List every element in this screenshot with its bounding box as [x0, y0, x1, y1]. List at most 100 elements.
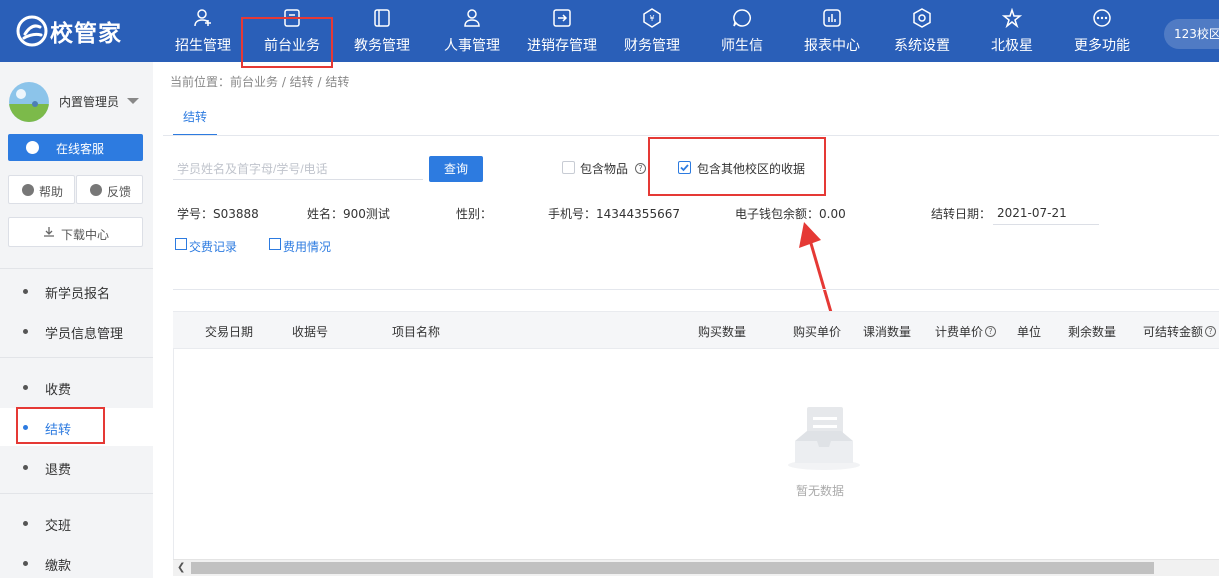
- sidebar-item-payment[interactable]: 缴款: [0, 544, 153, 578]
- user-name: 内置管理员: [59, 95, 120, 109]
- column-header[interactable]: 剩余数量: [1068, 323, 1116, 340]
- sidebar-item-label: 退费: [45, 463, 72, 478]
- sidebar-divider: [0, 493, 153, 494]
- bullet-icon: [23, 465, 28, 470]
- finance-icon: ¥: [642, 8, 662, 28]
- highlight-box-nav: [241, 17, 333, 68]
- table-body: [173, 349, 1219, 559]
- column-header[interactable]: 项目名称: [392, 323, 440, 340]
- bullet-icon: [23, 385, 28, 390]
- nav-item-reports[interactable]: 报表中心: [788, 0, 876, 62]
- download-icon: [44, 227, 54, 237]
- transfer-date-field[interactable]: 2021-07-21: [993, 203, 1099, 225]
- sidebar-item-new-enrollment[interactable]: 新学员报名: [0, 272, 153, 310]
- document-icon: [269, 238, 281, 250]
- nav-label: 系统设置: [894, 38, 950, 54]
- student-id: 学号：S03888: [177, 207, 259, 221]
- include-items-checkbox[interactable]: [562, 161, 575, 174]
- column-header[interactable]: 单位: [1017, 323, 1041, 340]
- nav-item-academic[interactable]: 教务管理: [338, 0, 426, 62]
- help-button[interactable]: 帮助: [8, 175, 75, 204]
- nav-label: 教务管理: [354, 38, 410, 54]
- report-icon: [822, 8, 842, 28]
- sidebar-item-student-info[interactable]: 学员信息管理: [0, 312, 153, 350]
- payment-records-label: 交费记录: [189, 240, 238, 254]
- feedback-button[interactable]: 反馈: [76, 175, 143, 204]
- sidebar-item-label: 学员信息管理: [45, 327, 124, 342]
- nav-item-inventory[interactable]: 进销存管理: [518, 0, 606, 62]
- sidebar-divider: [0, 268, 153, 269]
- horizontal-scrollbar[interactable]: ❮: [173, 559, 1219, 576]
- breadcrumb: 当前位置：前台业务 / 结转 / 结转: [170, 75, 350, 89]
- empty-box-icon: [787, 405, 861, 471]
- question-icon: [22, 184, 34, 196]
- more-icon: [1092, 8, 1112, 28]
- column-header[interactable]: 收据号: [292, 323, 328, 340]
- nav-item-recruitment[interactable]: 招生管理: [159, 0, 247, 62]
- nav-item-hr[interactable]: 人事管理: [428, 0, 516, 62]
- nav-item-more[interactable]: 更多功能: [1058, 0, 1146, 62]
- bullet-icon: [23, 289, 28, 294]
- chevron-left-icon[interactable]: ❮: [177, 562, 185, 573]
- nav-item-finance[interactable]: ¥ 财务管理: [608, 0, 696, 62]
- tab-transfer[interactable]: 结转: [173, 98, 218, 136]
- question-icon[interactable]: ?: [1205, 326, 1216, 337]
- app-logo[interactable]: 校管家: [16, 15, 122, 47]
- student-gender: 性别：: [456, 207, 493, 221]
- table-header: 交易日期 收据号 项目名称 购买数量 购买单价 课消数量 计费单价 ? 单位 剩…: [173, 311, 1219, 349]
- scrollbar-thumb[interactable]: [191, 562, 1154, 574]
- feedback-label: 反馈: [107, 185, 132, 199]
- column-header[interactable]: 购买数量: [698, 323, 746, 340]
- empty-state-text: 暂无数据: [796, 484, 845, 498]
- book-icon: [372, 8, 392, 28]
- inventory-icon: [552, 8, 572, 28]
- chat-icon: [26, 141, 39, 154]
- column-header[interactable]: 购买单价: [793, 323, 841, 340]
- nav-item-polaris[interactable]: 北极星: [968, 0, 1056, 62]
- highlight-box-checkbox: [648, 137, 826, 196]
- sidebar-item-refund[interactable]: 退费: [0, 448, 153, 486]
- sidebar-item-label: 缴款: [45, 559, 72, 574]
- download-center-button[interactable]: 下载中心: [8, 217, 143, 247]
- online-service-button[interactable]: 在线客服: [8, 134, 143, 161]
- tab-divider: [163, 135, 1219, 136]
- student-phone: 手机号：14344355667: [548, 207, 680, 221]
- campus-selector[interactable]: 123校区: [1164, 19, 1219, 49]
- logo-text: 校管家: [50, 21, 122, 47]
- nav-item-messages[interactable]: 师生信: [698, 0, 786, 62]
- nav-label: 财务管理: [624, 38, 680, 54]
- column-header[interactable]: 可结转金额: [1143, 323, 1203, 340]
- sidebar-item-label: 新学员报名: [45, 287, 111, 302]
- include-items-label: 包含物品: [580, 162, 629, 176]
- svg-text:¥: ¥: [649, 14, 654, 23]
- feedback-icon: [90, 184, 102, 196]
- document-icon: [175, 238, 187, 250]
- logo-icon: [16, 15, 48, 47]
- highlight-box-sidebar: [16, 407, 105, 444]
- top-nav-bar: 校管家 招生管理 前台业务 教务管理 人事管理 进销存管理 ¥ 财务管理 师生信…: [0, 0, 1219, 62]
- column-header[interactable]: 课消数量: [863, 323, 911, 340]
- question-icon[interactable]: ?: [635, 163, 646, 174]
- avatar[interactable]: [9, 82, 49, 122]
- nav-label: 进销存管理: [527, 38, 597, 54]
- chevron-down-icon[interactable]: [127, 98, 139, 104]
- section-divider: [173, 289, 1219, 290]
- question-icon[interactable]: ?: [985, 326, 996, 337]
- column-header[interactable]: 计费单价: [935, 323, 983, 340]
- query-button[interactable]: 查询: [429, 156, 483, 182]
- download-label: 下载中心: [61, 228, 110, 242]
- search-input[interactable]: [173, 158, 423, 180]
- star-icon: [1002, 8, 1022, 28]
- nav-item-settings[interactable]: 系统设置: [878, 0, 966, 62]
- column-header[interactable]: 交易日期: [205, 323, 253, 340]
- help-label: 帮助: [39, 185, 64, 199]
- sidebar-item-charge[interactable]: 收费: [0, 368, 153, 406]
- fee-status-label: 费用情况: [283, 240, 332, 254]
- bullet-icon: [23, 329, 28, 334]
- online-service-label: 在线客服: [56, 142, 105, 156]
- person-icon: [462, 8, 482, 28]
- bullet-icon: [23, 561, 28, 566]
- sidebar-item-shift-handover[interactable]: 交班: [0, 504, 153, 542]
- sidebar-item-label: 收费: [45, 383, 72, 398]
- settings-icon: [912, 8, 932, 28]
